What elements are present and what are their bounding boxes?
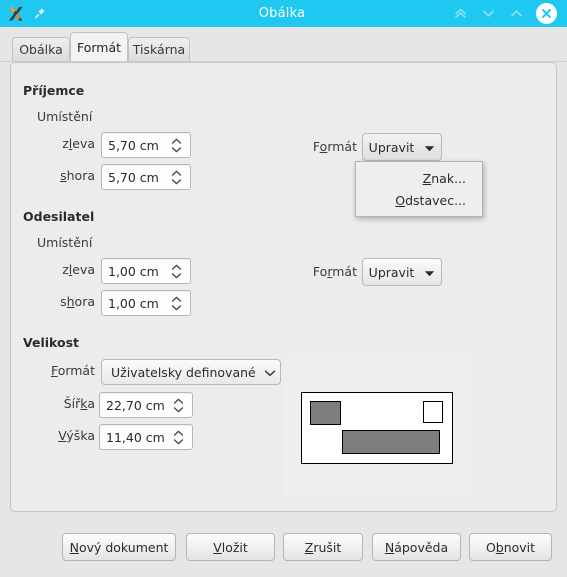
libreoffice-writer-icon: [7, 5, 24, 22]
sender-format-dropdown-label: Upravit: [368, 264, 415, 280]
menu-item-znak[interactable]: Znak...: [356, 167, 482, 189]
spinner-arrows-icon[interactable]: [166, 291, 190, 315]
insert-button[interactable]: Vložit: [186, 533, 275, 561]
size-width-spinbox[interactable]: 22,70 cm: [99, 392, 193, 418]
cancel-button[interactable]: Zrušit: [283, 533, 363, 561]
reset-button[interactable]: Ob novit: [469, 533, 552, 561]
spinner-arrows-icon[interactable]: [168, 425, 192, 449]
group-title-recipient: Příjemce: [23, 83, 85, 98]
size-format-combobox[interactable]: Uživatelsky definované: [101, 359, 281, 385]
chevron-down-icon: [424, 265, 435, 280]
tab-format[interactable]: Formát: [70, 32, 128, 61]
stamp-area: [423, 401, 443, 423]
tab-obalka[interactable]: Obálka: [12, 37, 70, 61]
group-title-sender: Odesilatel: [23, 209, 95, 224]
titlebar-left-icons: [0, 5, 127, 22]
pin-icon[interactable]: [32, 7, 46, 21]
spinner-arrows-icon[interactable]: [166, 165, 190, 189]
spinner-arrows-icon[interactable]: [166, 133, 190, 157]
size-height-spinbox[interactable]: 11,40 cm: [99, 424, 193, 450]
size-width-value: 22,70 cm: [106, 397, 165, 413]
sender-top-label: shora: [60, 294, 95, 309]
size-width-label: Šířka: [63, 396, 95, 411]
sender-top-value: 1,00 cm: [108, 295, 159, 311]
chevron-up-icon[interactable]: [508, 5, 525, 22]
titlebar: Obálka: [0, 0, 567, 27]
tab-tiskarna[interactable]: Tiskárna: [128, 37, 190, 61]
sender-format-label: Formát: [312, 264, 357, 279]
recipient-format-dropdown-button[interactable]: Upravit: [362, 133, 442, 161]
recipient-left-value: 5,70 cm: [108, 137, 159, 153]
recipient-top-label: shora: [60, 168, 95, 183]
chevron-down-icon: [264, 365, 276, 380]
recipient-top-spinbox[interactable]: 5,70 cm: [101, 164, 191, 190]
recipient-location-label: Umístění: [37, 109, 93, 124]
double-chevron-up-icon[interactable]: [452, 5, 469, 22]
envelope-format-dialog: Obálka Obálka Formát Tiskárna Příjemce U…: [0, 0, 567, 577]
titlebar-buttons: [437, 3, 567, 24]
envelope-preview: [283, 355, 470, 498]
size-height-value: 11,40 cm: [106, 429, 165, 445]
recipient-left-spinbox[interactable]: 5,70 cm: [101, 132, 191, 158]
sender-left-label: zleva: [62, 262, 95, 277]
recipient-format-label: Formát: [312, 139, 357, 154]
envelope-outline: [301, 392, 453, 464]
sender-left-spinbox[interactable]: 1,00 cm: [101, 258, 191, 284]
window-title: Obálka: [258, 6, 306, 21]
help-button[interactable]: Nápověda: [372, 533, 461, 561]
recipient-area: [342, 430, 440, 454]
sender-area: [310, 401, 341, 425]
sender-top-spinbox[interactable]: 1,00 cm: [101, 290, 191, 316]
spinner-arrows-icon[interactable]: [168, 393, 192, 417]
tab-bar: Obálka Formát Tiskárna: [0, 27, 567, 62]
size-format-value: Uživatelsky definované: [111, 364, 256, 380]
recipient-top-value: 5,70 cm: [108, 169, 159, 185]
group-title-size: Velikost: [23, 335, 80, 350]
format-dropdown-menu: Znak... Odstavec...: [355, 161, 483, 217]
spinner-arrows-icon[interactable]: [166, 259, 190, 283]
chevron-down-icon: [424, 140, 435, 155]
dialog-button-row: Nový dokument Vložit Zrušit Nápověda Obn…: [0, 533, 567, 563]
new-document-button[interactable]: Nový dokument: [62, 533, 176, 561]
close-icon[interactable]: [536, 3, 557, 24]
recipient-format-dropdown-label: Upravit: [368, 139, 415, 155]
recipient-left-label: zleva: [62, 136, 95, 151]
sender-format-dropdown-button[interactable]: Upravit: [362, 258, 442, 286]
menu-item-odstavec[interactable]: Odstavec...: [356, 189, 482, 211]
sender-left-value: 1,00 cm: [108, 263, 159, 279]
size-height-label: Výška: [58, 428, 95, 443]
chevron-down-icon[interactable]: [480, 5, 497, 22]
size-format-label: Formát: [50, 363, 95, 378]
sender-location-label: Umístění: [37, 235, 93, 250]
